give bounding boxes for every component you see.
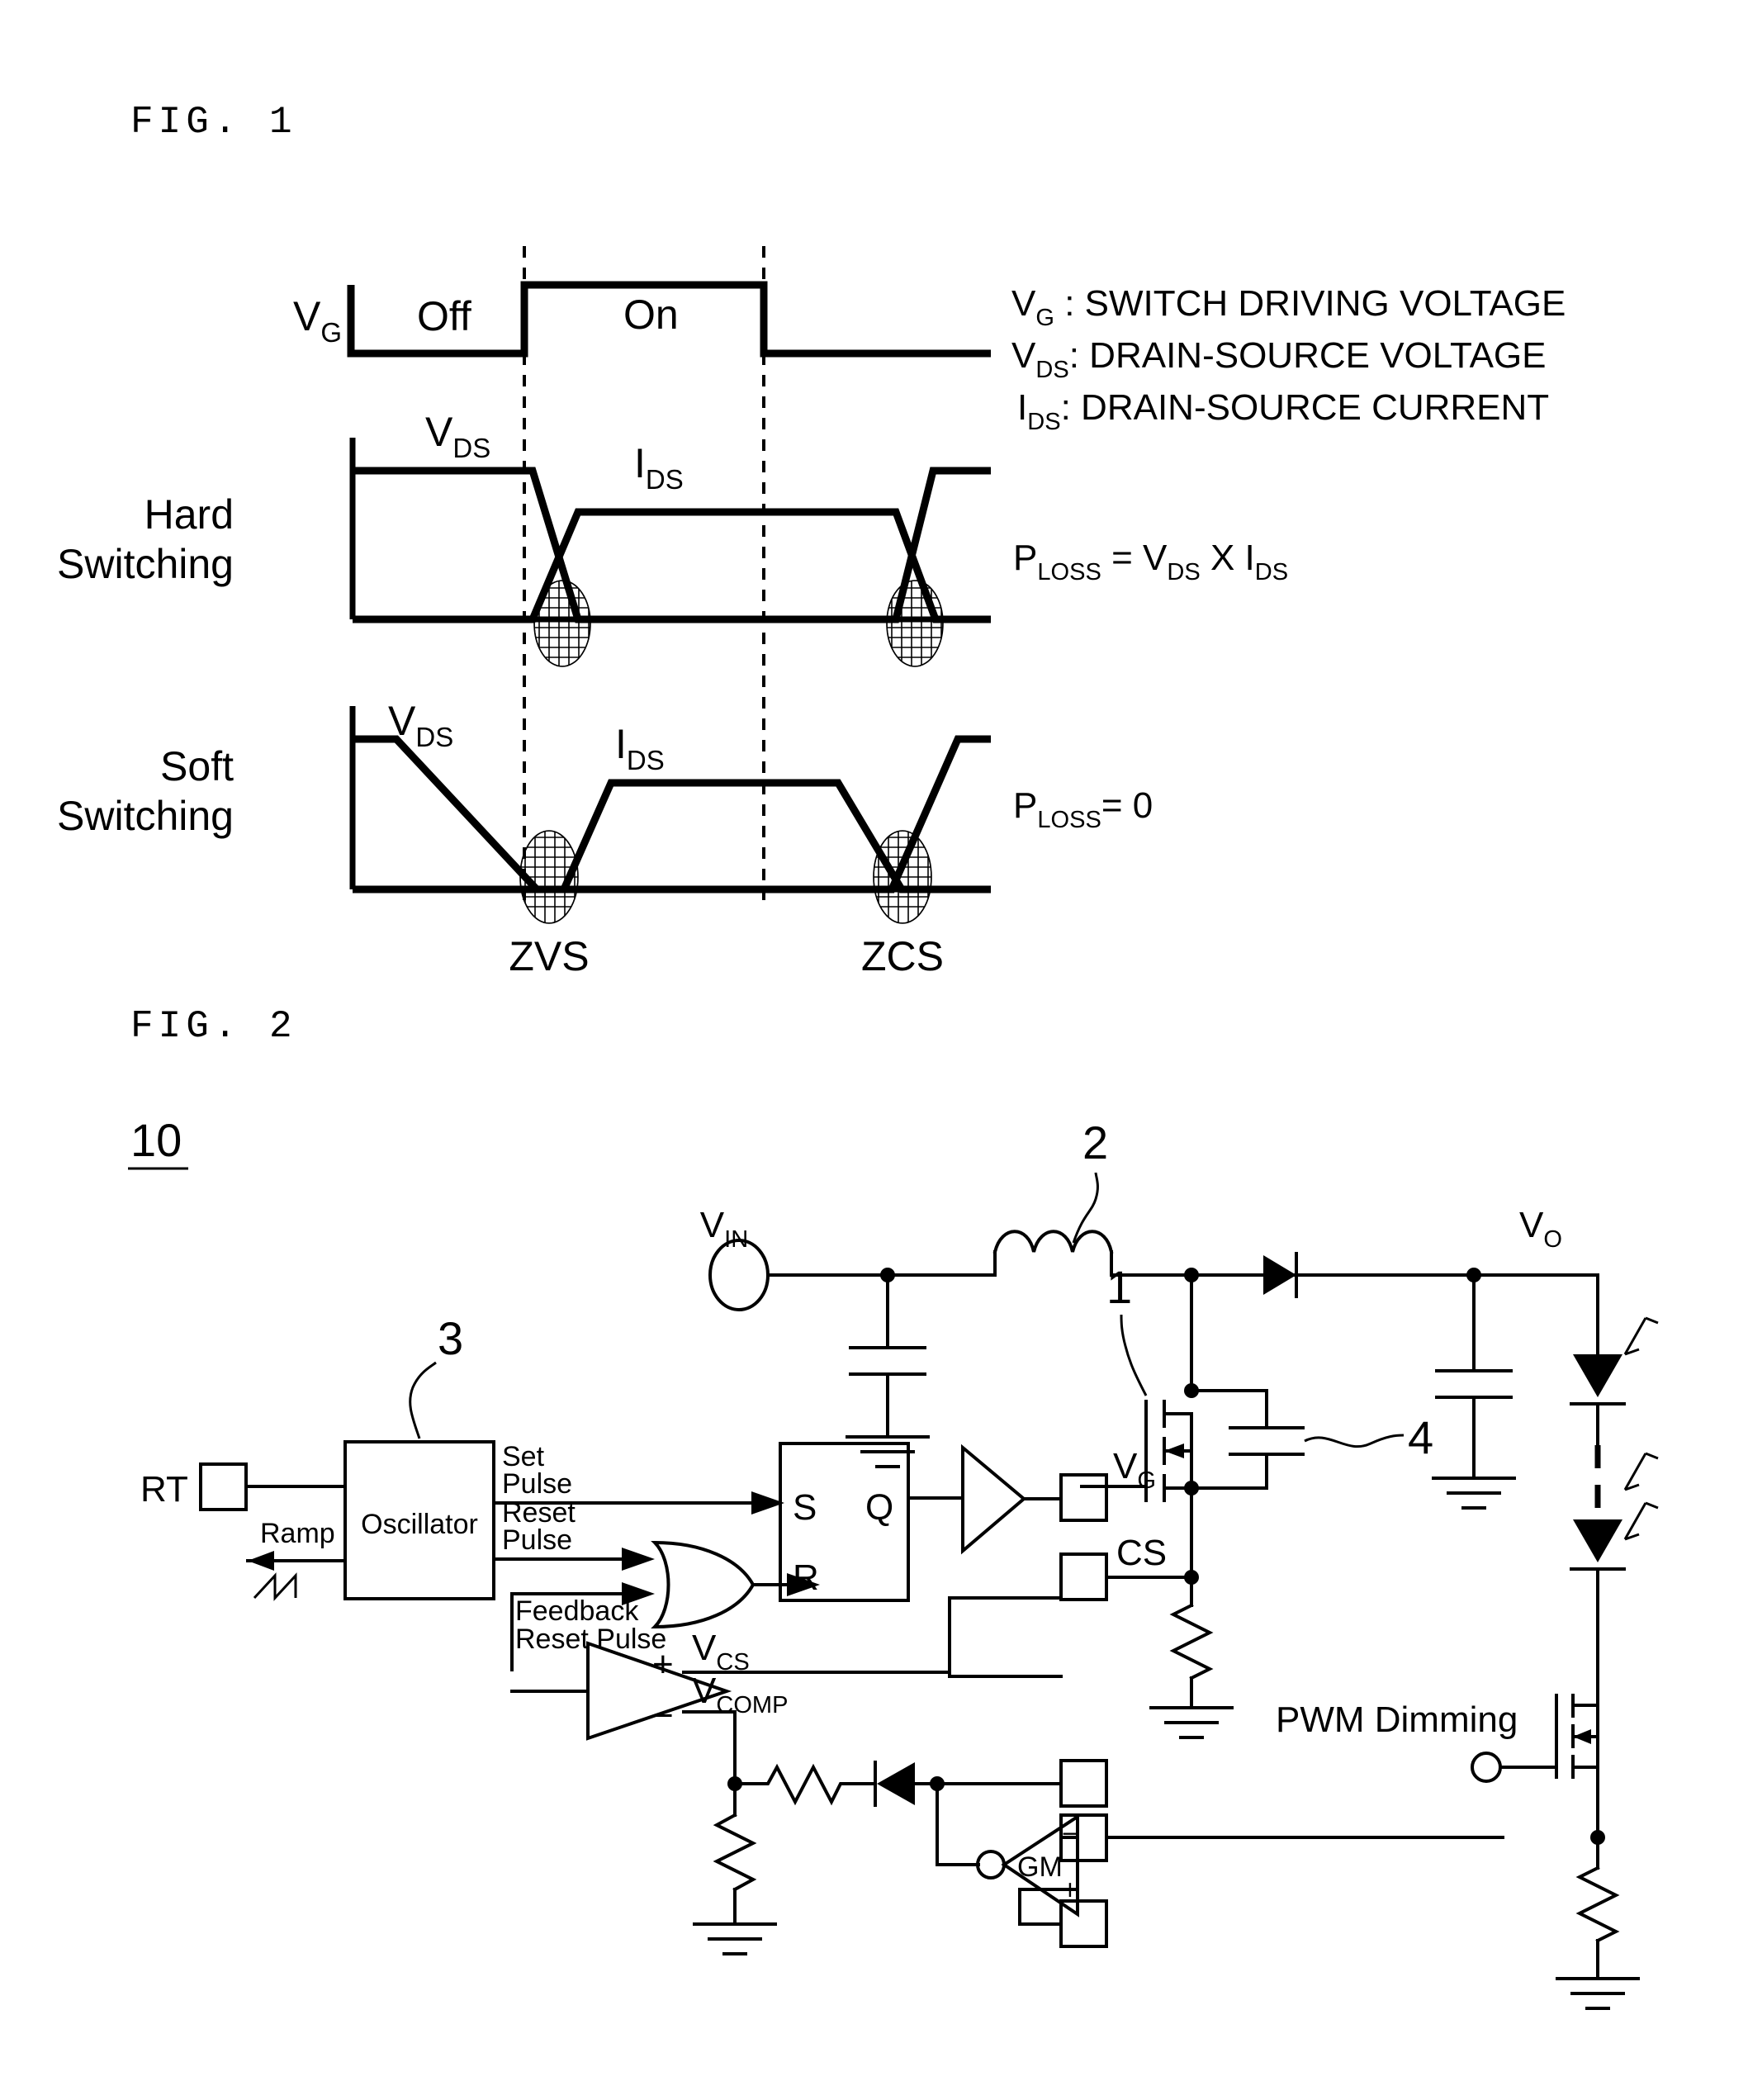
figure-canvas: FIG. 1 VG Off On Hard Switching VDS IDS <box>0 0 1748 2100</box>
hard-switching-label-line2: Switching <box>57 541 234 587</box>
vg-on-label: On <box>623 292 679 338</box>
reset-pulse-label-line2: Pulse <box>502 1524 572 1556</box>
soft-switching-label-line2: Switching <box>57 793 234 839</box>
set-pulse-label-line2: Pulse <box>502 1468 572 1500</box>
vg-off-label: Off <box>417 293 471 339</box>
oscillator-label: Oscillator <box>361 1509 478 1540</box>
ramp-label: Ramp <box>260 1518 335 1549</box>
soft-switching-label-line1: Soft <box>160 743 234 789</box>
gm-minus-label: − <box>1062 1818 1078 1850</box>
sr-latch-input-r: R <box>793 1557 819 1598</box>
cap4-ref-number: 4 <box>1408 1411 1433 1463</box>
sr-latch-input-s: S <box>793 1487 817 1528</box>
sr-latch-output-q: Q <box>865 1487 893 1528</box>
rt-pin-label: RT <box>140 1469 188 1510</box>
oscillator-ref-number: 3 <box>438 1312 463 1364</box>
zcs-marker-label: ZCS <box>861 933 944 979</box>
comparator-minus-label: − <box>652 1695 674 1736</box>
zvs-marker-label: ZVS <box>509 933 589 979</box>
assembly-ref-10: 10 <box>128 1114 188 1170</box>
comparator-plus-label: + <box>652 1644 674 1685</box>
cs-pin-label: CS <box>1116 1533 1167 1573</box>
feedback-reset-label-line2: Reset Pulse <box>515 1624 666 1655</box>
assembly-ref-number: 10 <box>130 1114 182 1166</box>
patent-figure-page: FIG. 1 VG Off On Hard Switching VDS IDS <box>0 0 1748 2100</box>
inductor-ref-number: 2 <box>1082 1116 1108 1169</box>
fig1-legend: VG : SWITCH DRIVING VOLTAGE VDS: DRAIN-S… <box>1011 283 1566 435</box>
pwm-dimming-label: PWM Dimming <box>1276 1699 1518 1740</box>
hard-switching-label-line1: Hard <box>144 491 234 538</box>
fig1-label: FIG. 1 <box>130 101 297 144</box>
fig2-label: FIG. 2 <box>130 1005 297 1048</box>
gm-label: GM <box>1017 1851 1063 1883</box>
feedback-reset-label-line1: Feedback <box>515 1595 639 1627</box>
mosfet-ref-number: 1 <box>1106 1261 1132 1313</box>
